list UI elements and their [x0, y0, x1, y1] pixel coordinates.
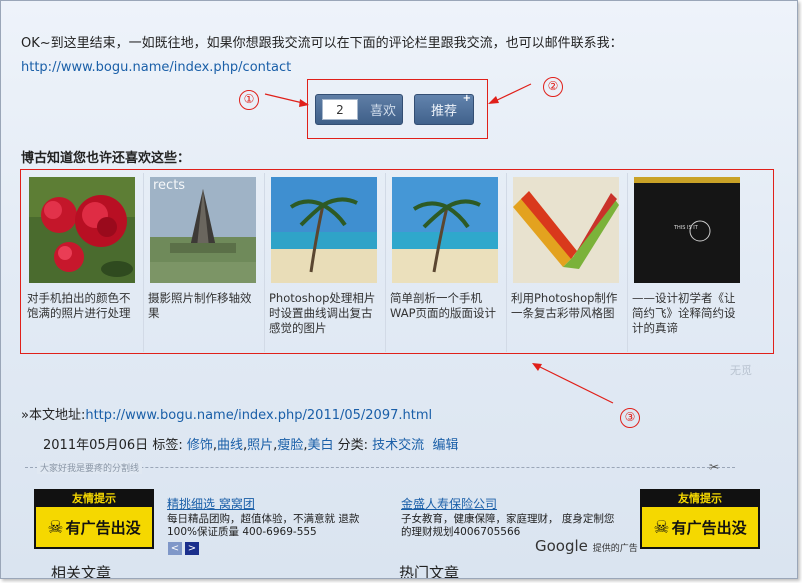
google-ads-label[interactable]: Google 提供的广告 — [535, 537, 638, 555]
related-item-title: ——设计初学者《让简约飞》诠释简约设计的真谛 — [632, 291, 736, 335]
related-item-title: 利用Photoshop制作一条复古彩带风格图 — [511, 291, 618, 320]
tag-link[interactable]: 修饰 — [187, 438, 213, 453]
ad-pager: < > — [168, 542, 199, 555]
recommend-label: 推荐 — [430, 104, 457, 119]
post-date: 2011年05月06日 — [43, 438, 149, 453]
google-suffix: 提供的广告 — [592, 544, 638, 554]
tags-label: 标签: — [152, 438, 183, 453]
thumb-overlay-text: THIS IS IT — [673, 225, 699, 231]
category-label: 分类: — [337, 438, 369, 453]
popular-posts-heading: 热门文章 — [399, 564, 460, 579]
google-logo: Google — [535, 537, 588, 555]
beach-thumbnail — [392, 177, 498, 283]
related-item[interactable]: 对手机拍出的颜色不饱满的照片进行处理 — [23, 173, 144, 352]
page-frame: OK~到这里结束，一如既往地，如果你想跟我交流可以在下面的评论栏里跟我交流，也可… — [0, 0, 798, 579]
related-item-title: 简单剖析一个手机WAP页面的版面设计 — [390, 291, 497, 320]
category-link[interactable]: 技术交流 — [372, 438, 424, 453]
dark-thumbnail: THIS IS IT — [634, 177, 740, 283]
related-heading: 博古知道您也许还喜欢这些： — [21, 151, 191, 166]
ad-line: 每日精品团购，超值体验，不满意就 退款 — [167, 513, 360, 525]
ad-block-1[interactable]: 精挑细选 窝窝团 每日精品团购，超值体验，不满意就 退款 100%保证质量 40… — [167, 498, 377, 539]
related-item[interactable]: Photoshop处理相片时设置曲线调出复古感觉的图片 — [265, 173, 386, 352]
related-item-title: Photoshop处理相片时设置曲线调出复古感觉的图片 — [269, 291, 376, 335]
edit-link[interactable]: 编辑 — [432, 438, 458, 453]
scissors-icon: ✂ — [709, 460, 720, 474]
related-item[interactable]: rects 摄影照片制作移轴效果 — [144, 173, 265, 352]
plus-icon: + — [462, 93, 471, 104]
annotation-one: ① — [239, 90, 259, 110]
next-arrow-icon[interactable]: > — [185, 542, 199, 555]
badge-top-text: 友情提示 — [36, 491, 152, 507]
address-label: »本文地址: — [21, 408, 86, 423]
like-button[interactable]: 2 喜欢 — [315, 94, 403, 125]
badge-bottom-text: 有广告出没 — [671, 518, 747, 537]
skull-icon: ☠ — [653, 516, 670, 538]
intro-text: OK~到这里结束，一如既往地，如果你想跟我交流可以在下面的评论栏里跟我交流，也可… — [21, 36, 623, 51]
eiffel-thumbnail: rects — [150, 177, 256, 283]
skull-icon: ☠ — [47, 516, 64, 538]
related-grid: 对手机拍出的颜色不饱满的照片进行处理 rects 摄影照片制作移轴效果 Phot… — [23, 173, 775, 352]
annotation-arrow-three — [532, 363, 614, 404]
ribbon-thumbnail — [513, 177, 619, 283]
annotation-arrow-two — [488, 83, 532, 104]
like-count: 2 — [322, 99, 358, 120]
prev-arrow-icon[interactable]: < — [168, 542, 182, 555]
ad-title[interactable]: 金盛人寿保险公司 — [401, 498, 636, 511]
tag-link[interactable]: 瘦脸 — [277, 438, 303, 453]
article-address: »本文地址:http://www.bogu.name/index.php/201… — [21, 404, 432, 423]
ad-block-2[interactable]: 金盛人寿保险公司 子女教育，健康保障，家庭理财， 度身定制您 的理财规划4006… — [401, 498, 636, 539]
contact-link[interactable]: http://www.bogu.name/index.php/contact — [21, 60, 291, 75]
related-item[interactable]: 利用Photoshop制作一条复古彩带风格图 — [507, 173, 628, 352]
recommend-button[interactable]: 推荐 + — [414, 93, 474, 125]
beach-thumbnail — [271, 177, 377, 283]
related-posts-heading: 相关文章 — [51, 564, 112, 579]
tag-link[interactable]: 美白 — [307, 438, 333, 453]
rose-thumbnail — [29, 177, 135, 283]
related-item-title: 摄影照片制作移轴效果 — [148, 291, 252, 320]
post-meta: 2011年05月06日 标签: 修饰,曲线,照片,瘦脸,美白 分类: 技术交流 … — [43, 438, 459, 453]
annotation-arrow-one — [264, 93, 309, 107]
like-label: 喜欢 — [370, 104, 397, 119]
ad-line: 子女教育，健康保障，家庭理财， 度身定制您 — [401, 513, 615, 525]
ad-warning-badge: 友情提示 ☠ 有广告出没 — [34, 489, 154, 549]
related-item-title: 对手机拍出的颜色不饱满的照片进行处理 — [27, 291, 131, 320]
related-item[interactable]: 简单剖析一个手机WAP页面的版面设计 — [386, 173, 507, 352]
intro-paragraph: OK~到这里结束，一如既往地，如果你想跟我交流可以在下面的评论栏里跟我交流，也可… — [21, 32, 781, 80]
address-link[interactable]: http://www.bogu.name/index.php/2011/05/2… — [85, 408, 432, 423]
annotation-three: ③ — [620, 408, 640, 428]
ad-warning-badge: 友情提示 ☠ 有广告出没 — [640, 489, 760, 549]
badge-top-text: 友情提示 — [642, 491, 758, 507]
tag-link[interactable]: 曲线 — [217, 438, 243, 453]
tag-link[interactable]: 照片 — [247, 438, 273, 453]
wuyuan-credit[interactable]: 无觅 — [730, 362, 752, 378]
ad-title[interactable]: 精挑细选 窝窝团 — [167, 498, 377, 511]
thumb-overlay-text: rects — [153, 178, 185, 193]
related-item[interactable]: THIS IS IT ——设计初学者《让简约飞》诠释简约设计的真谛 — [628, 173, 749, 352]
ad-line: 100%保证质量 400-6969-555 — [167, 526, 317, 538]
badge-bottom-text: 有广告出没 — [65, 518, 141, 537]
annotation-two: ② — [543, 77, 563, 97]
divider-label: 大家好我是要疼的分割线 — [37, 461, 143, 474]
